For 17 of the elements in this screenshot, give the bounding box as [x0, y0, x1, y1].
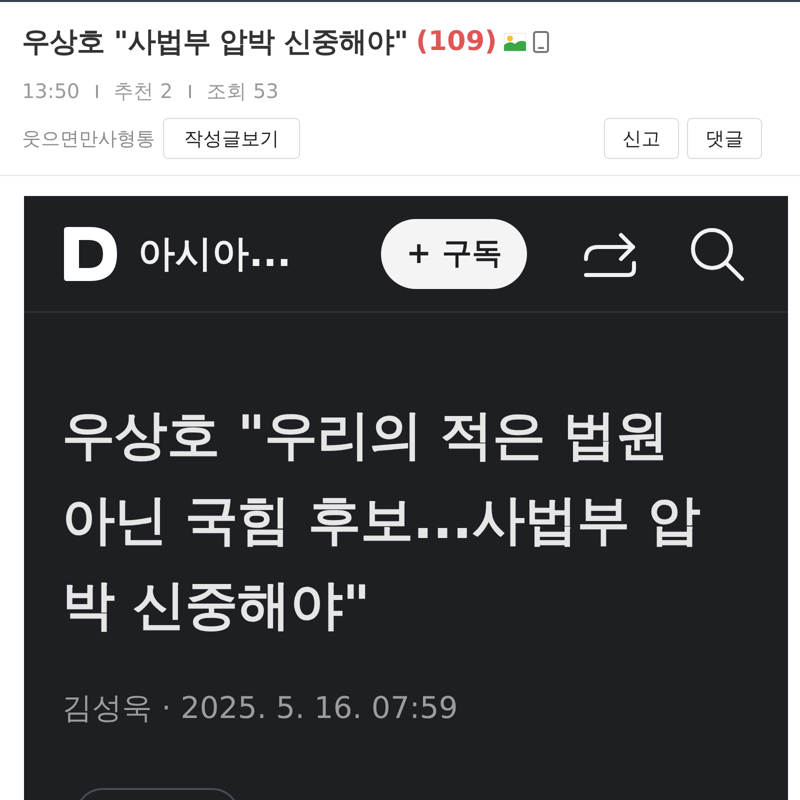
image-icon [504, 33, 526, 51]
d-logo-icon [62, 226, 118, 282]
site-name: 아시아... [138, 230, 292, 276]
comment-count: (109) [416, 25, 497, 59]
article-headline: 우상호 "우리의 적은 법원 아닌 국힘 후보...사법부 압박 신중해야" [62, 404, 701, 638]
author-name: 웃으면만사형통 [22, 126, 155, 152]
post-meta-text: 추천 2 [114, 78, 173, 104]
article-byline: 김성욱 · 2025. 5. 16. 07:59 [62, 692, 459, 726]
post-meta-text: 조회 53 [206, 78, 279, 104]
post-meta-text: 13:50 [22, 78, 80, 104]
post-title: 우상호 "사법부 압박 신중해야" [22, 24, 408, 60]
view-posts-button[interactable]: 작성글보기 [163, 118, 300, 159]
subscribe-button[interactable]: + 구독 [381, 218, 527, 288]
search-icon[interactable] [689, 226, 745, 282]
action-button[interactable]: 신고 [604, 118, 679, 159]
action-button[interactable]: 댓글 [687, 118, 762, 159]
phone-icon [532, 31, 549, 53]
